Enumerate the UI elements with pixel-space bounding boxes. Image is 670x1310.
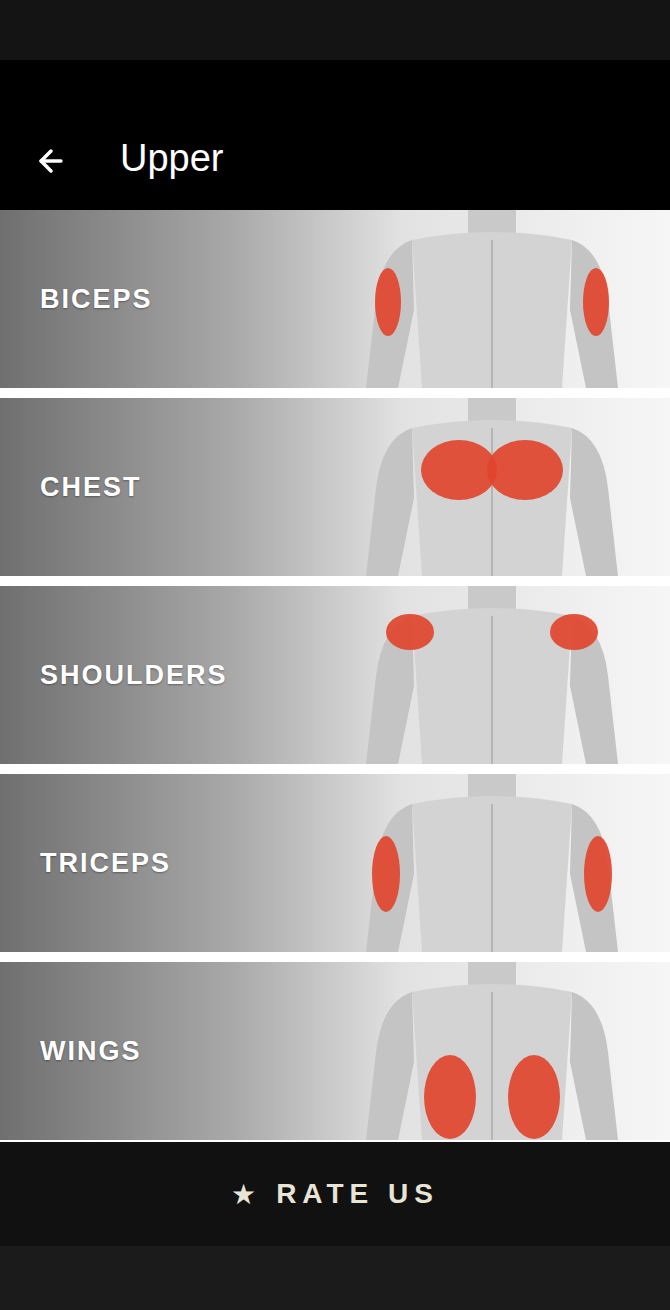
muscle-label: TRICEPS [40,848,171,879]
muscle-row[interactable]: CHEST [0,398,670,576]
muscle-row[interactable]: TRICEPS [0,774,670,952]
muscle-label: SHOULDERS [40,660,228,691]
header-title: Upper [120,136,224,182]
muscle-row[interactable]: SHOULDERS [0,586,670,764]
muscle-label: BICEPS [40,284,153,315]
status-bar [0,0,670,60]
rate-us-button[interactable]: ★ RATE US [0,1142,670,1246]
wings-figure-icon [342,962,642,1140]
muscle-row[interactable]: BICEPS [0,210,670,388]
arrow-left-icon [34,144,68,178]
muscle-label: WINGS [40,1036,142,1067]
biceps-figure-icon [342,210,642,388]
muscle-list: BICEPS CHEST SHOULDERS TRICEPS WINGS [0,210,670,1140]
star-icon: ★ [231,1178,256,1211]
triceps-figure-icon [342,774,642,952]
shoulders-figure-icon [342,586,642,764]
chest-figure-icon [342,398,642,576]
back-button[interactable] [34,144,68,178]
muscle-row[interactable]: WINGS [0,962,670,1140]
muscle-label: CHEST [40,472,142,503]
app-header: Upper [0,60,670,210]
app-screen: Upper BICEPS CHEST SHOULDERS TRICEPS WINGS ★ RA… [0,0,670,1310]
navigation-bar [0,1246,670,1310]
rate-us-label: RATE US [276,1178,439,1210]
